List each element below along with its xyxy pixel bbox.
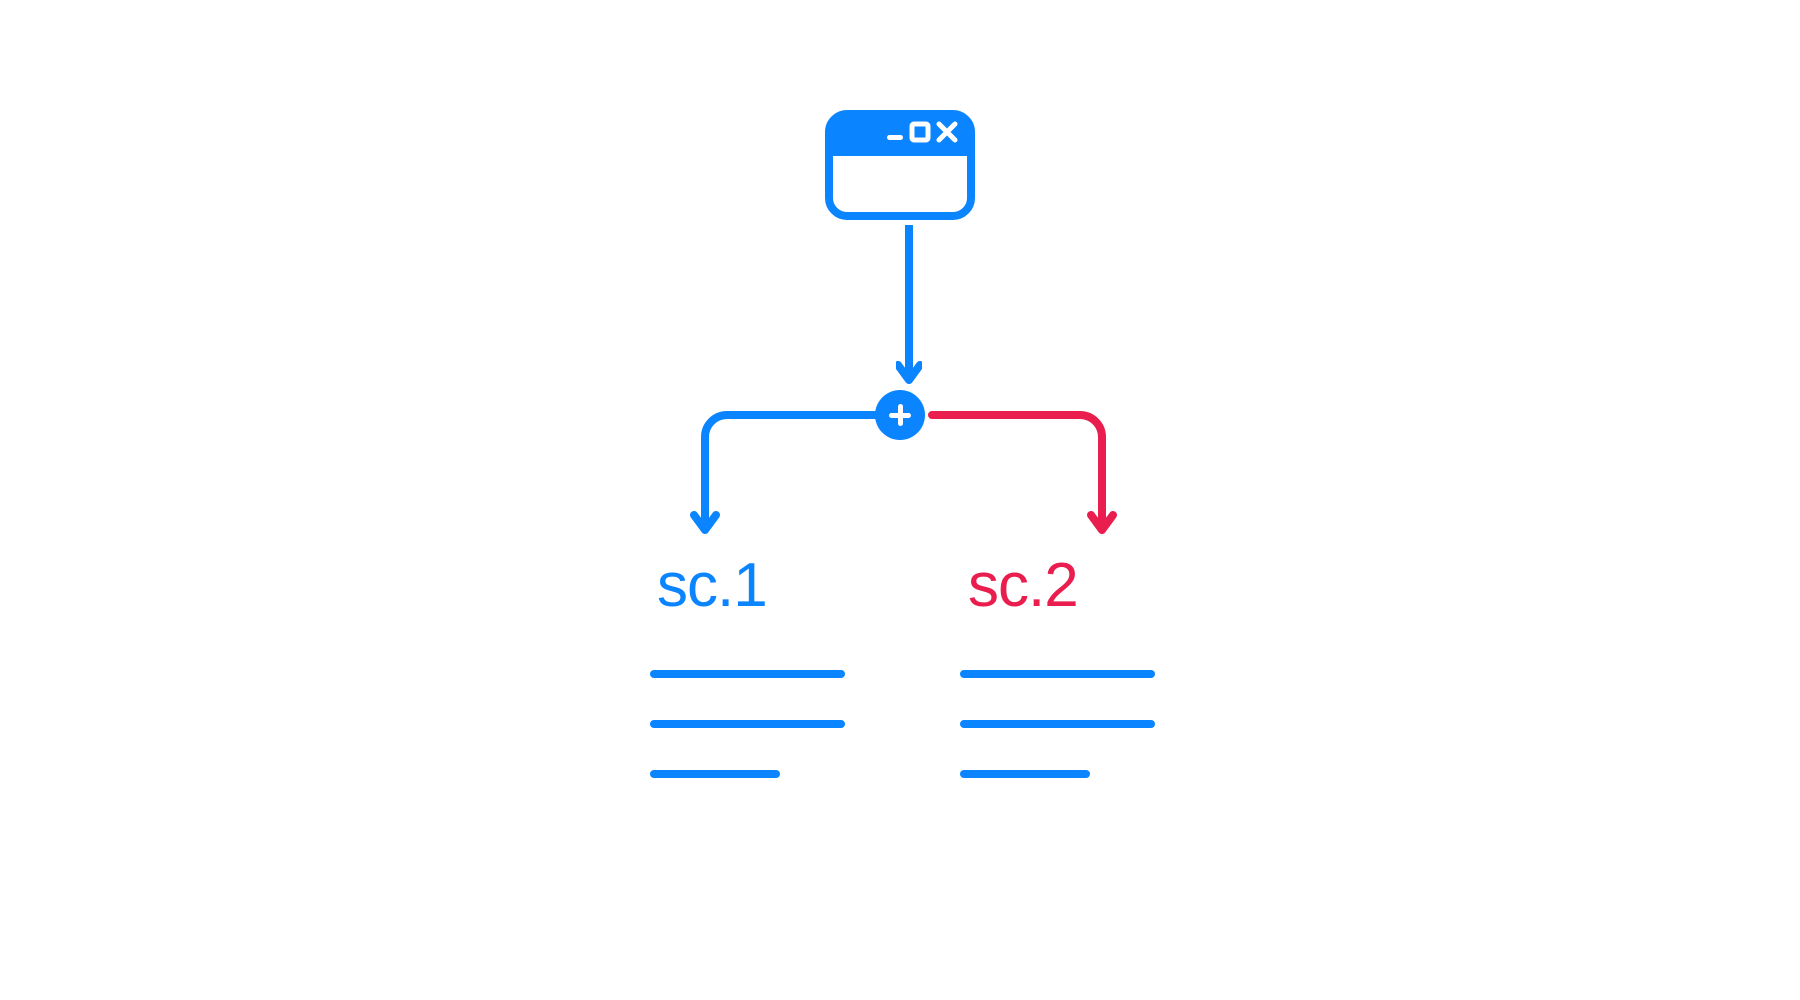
branching-diagram: sc.1 sc.2 xyxy=(550,110,1250,890)
window-icon xyxy=(825,110,975,225)
arrow-down-icon xyxy=(896,225,922,390)
text-lines-right-icon xyxy=(960,670,1155,820)
branch-label-1: sc.1 xyxy=(657,550,767,621)
text-lines-left-icon xyxy=(650,670,845,820)
plus-node-icon xyxy=(875,390,925,440)
branch-left-arrow-icon xyxy=(687,395,882,545)
branch-label-2: sc.2 xyxy=(968,550,1078,621)
branch-right-arrow-icon xyxy=(925,395,1120,545)
